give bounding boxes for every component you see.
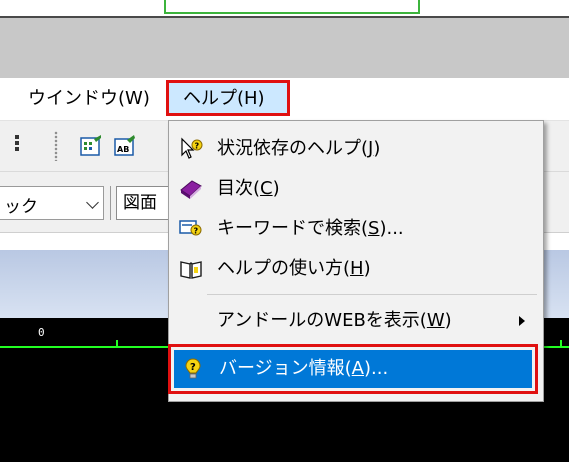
menu-help[interactable]: ヘルプ(H) <box>166 80 290 116</box>
svg-text:?: ? <box>190 362 196 373</box>
ruler-tick <box>116 340 118 348</box>
toolbar-grip[interactable] <box>12 133 22 159</box>
ruler-label: 0 <box>38 326 45 339</box>
title-bar <box>0 18 569 78</box>
book-icon <box>180 180 202 199</box>
svg-text:?: ? <box>195 142 200 151</box>
menu-item-contents[interactable]: 目次(C) <box>169 169 543 209</box>
line-style-combo[interactable]: ック <box>0 186 104 220</box>
menu-item-how-to-use-help[interactable]: ヘルプの使い方(H) <box>169 249 543 289</box>
menu-window[interactable]: ウインドウ(W) <box>28 78 150 120</box>
grid-edit-icon[interactable] <box>80 135 102 157</box>
svg-text:?: ? <box>194 227 199 236</box>
ruler-tick <box>560 340 562 348</box>
menu-bar: ウインドウ(W) ヘルプ(H) <box>0 78 569 121</box>
menu-item-version-info[interactable]: ? バージョン情報(A)... <box>174 350 532 388</box>
text-ab-icon[interactable]: AB <box>114 135 136 157</box>
toolbar-divider <box>110 186 111 220</box>
combo-value: ック <box>4 197 38 217</box>
chevron-down-icon <box>86 196 99 209</box>
menu-item-context-help[interactable]: ? 状況依存のヘルプ(J) <box>169 129 543 169</box>
zumen-button[interactable]: 図面 <box>116 186 176 220</box>
menu-item-keyword-search[interactable]: ? キーワードで検索(S)... <box>169 209 543 249</box>
svg-text:AB: AB <box>117 145 129 154</box>
question-bulb-icon: ? <box>185 358 201 379</box>
context-help-icon: ? <box>181 137 203 159</box>
help-book-icon <box>180 261 202 279</box>
menu-item-show-web[interactable]: アンドールのWEBを表示(W) <box>169 301 543 341</box>
toolbar-separator <box>54 131 58 161</box>
callout-box <box>164 0 420 14</box>
keyword-search-icon: ? <box>179 220 202 236</box>
menu-separator <box>207 294 537 295</box>
callout-highlight: ? バージョン情報(A)... <box>168 344 538 394</box>
submenu-arrow-icon <box>519 316 525 326</box>
